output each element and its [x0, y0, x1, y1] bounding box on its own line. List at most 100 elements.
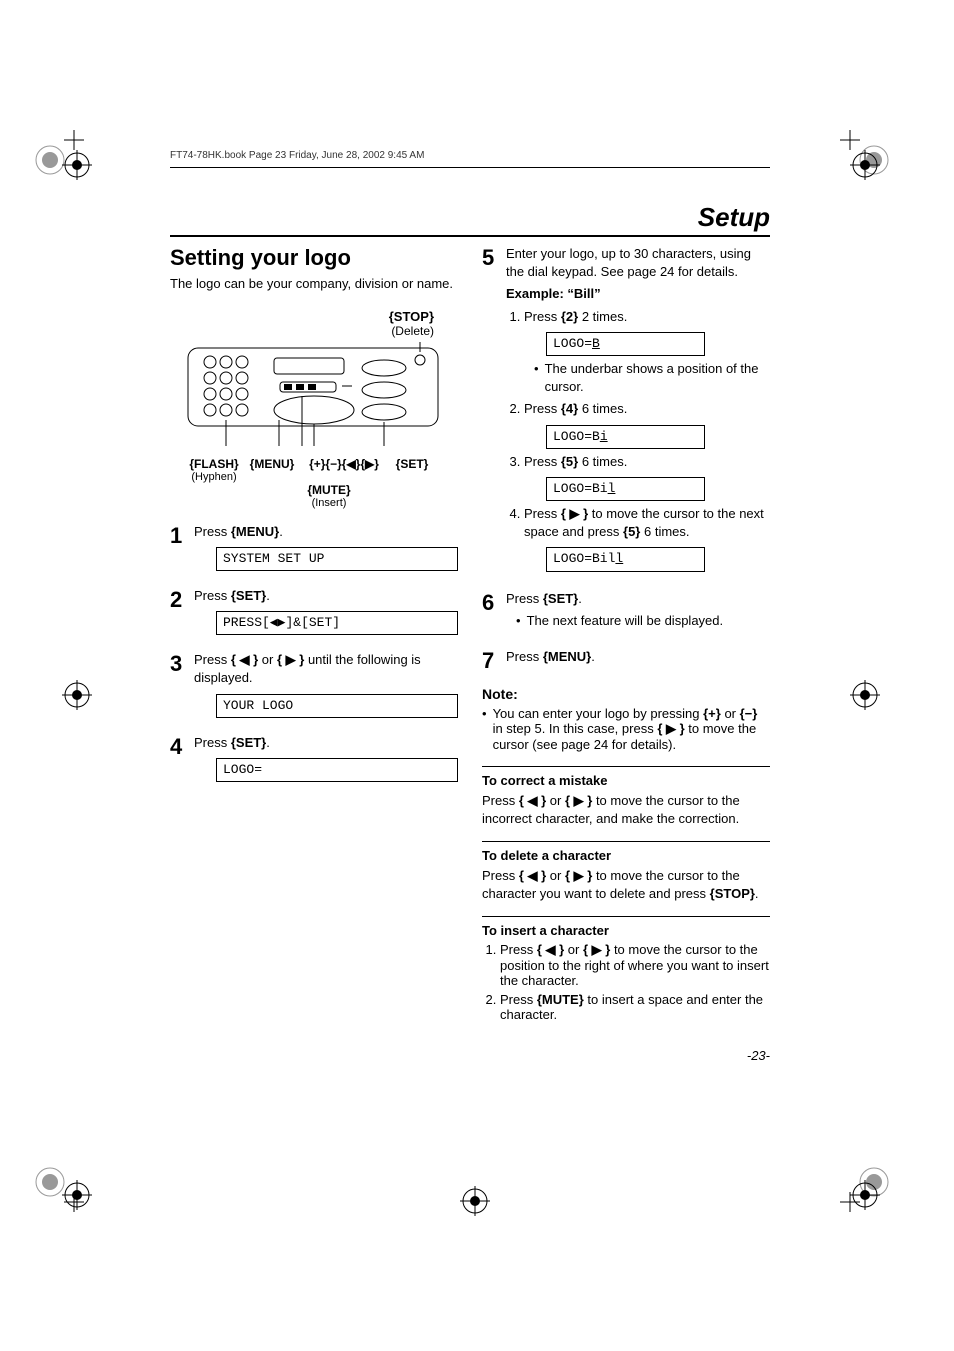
bullet-note: The underbar shows a position of the cur…: [534, 360, 770, 396]
step-text: 2 times.: [578, 309, 627, 324]
step-text: Press: [194, 524, 231, 539]
step-text: 6 times.: [640, 524, 689, 539]
menu-button-ref: {MENU}: [231, 524, 279, 539]
set-button-ref: {SET}: [231, 735, 266, 750]
plus-key-ref: {+}: [703, 706, 721, 721]
left-arrow-ref: { ◀ }: [519, 793, 546, 808]
step-number: 1: [170, 523, 194, 549]
lcd-display: PRESS[◀▶]&[SET]: [216, 611, 458, 635]
left-arrow-ref: { ◀ }: [231, 652, 258, 667]
step-number: 2: [170, 587, 194, 613]
correct-heading: To correct a mistake: [482, 766, 770, 788]
right-arrow-ref: { ▶ }: [565, 868, 592, 883]
list-item: Press { ◀ } or { ▶ } to move the cursor …: [500, 942, 770, 988]
section-title: Setup: [170, 202, 770, 237]
step-number: 4: [170, 734, 194, 760]
list-item: Press {5} 6 times. LOGO=Bil: [524, 453, 770, 501]
step-text: Press: [194, 588, 231, 603]
step-3: 3 Press { ◀ } or { ▶ } until the followi…: [170, 651, 458, 720]
stop-label: {STOP}: [184, 309, 434, 324]
right-arrow-ref: { ▶ }: [277, 652, 304, 667]
step-number: 3: [170, 651, 194, 677]
step-text: 6 times.: [578, 401, 627, 416]
menu-label: {MENU}: [244, 457, 300, 471]
lcd-display: LOGO=Bil: [546, 477, 705, 501]
step-text: Press: [524, 454, 561, 469]
step-text: 6 times.: [578, 454, 627, 469]
lcd-display: LOGO=Bill: [546, 547, 705, 571]
left-arrow-ref: { ◀ }: [537, 942, 564, 957]
step-5: 5 Enter your logo, up to 30 characters, …: [482, 245, 770, 576]
note-label: Note:: [482, 686, 770, 702]
menu-button-ref: {MENU}: [543, 649, 591, 664]
right-arrow-ref: { ▶ }: [657, 721, 684, 736]
device-diagram: {STOP} (Delete): [184, 309, 444, 509]
key-4-ref: {4}: [561, 401, 578, 416]
step-6: 6 Press {SET}. The next feature will be …: [482, 590, 770, 634]
step-text: .: [578, 591, 582, 606]
list-item: Press { ▶ } to move the cursor to the ne…: [524, 505, 770, 572]
lcd-display: YOUR LOGO: [216, 694, 458, 718]
running-header: FT74-78HK.book Page 23 Friday, June 28, …: [170, 150, 770, 161]
lcd-display: SYSTEM SET UP: [216, 547, 458, 571]
right-arrow-ref: { ▶ }: [561, 506, 588, 521]
set-button-ref: {SET}: [543, 591, 578, 606]
key-5-ref: {5}: [561, 454, 578, 469]
step-7: 7 Press {MENU}.: [482, 648, 770, 674]
step-number: 6: [482, 590, 506, 616]
step-1: 1 Press {MENU}. SYSTEM SET UP: [170, 523, 458, 573]
step-text: .: [266, 588, 270, 603]
delete-text: Press { ◀ } or { ▶ } to move the cursor …: [482, 867, 770, 902]
registration-mark-icon: [62, 150, 92, 180]
step-text: .: [279, 524, 283, 539]
page-number: -23-: [482, 1048, 770, 1063]
step-text: Press: [506, 591, 543, 606]
insert-heading: To insert a character: [482, 916, 770, 938]
step-number: 7: [482, 648, 506, 674]
mute-sublabel: (Insert): [214, 497, 444, 509]
registration-mark-icon: [460, 1186, 490, 1216]
arrow-keys-label: {+}{−}{◀}{▶}: [300, 457, 388, 471]
mute-button-ref: {MUTE}: [537, 992, 584, 1007]
lcd-display: LOGO=Bi: [546, 425, 705, 449]
list-item: Press {4} 6 times. LOGO=Bi: [524, 400, 770, 448]
minus-key-ref: {−}: [740, 706, 758, 721]
right-arrow-ref: { ▶ }: [583, 942, 610, 957]
key-5-ref: {5}: [623, 524, 640, 539]
step-text: .: [591, 649, 595, 664]
step-text: Press: [194, 735, 231, 750]
fax-device-icon: [184, 340, 444, 450]
step-text: Enter your logo, up to 30 characters, us…: [506, 245, 770, 281]
step-2: 2 Press {SET}. PRESS[◀▶]&[SET]: [170, 587, 458, 637]
list-item: Press {MUTE} to insert a space and enter…: [500, 992, 770, 1022]
stop-button-ref: {STOP}: [710, 886, 755, 901]
step-text: Press: [524, 309, 561, 324]
delete-heading: To delete a character: [482, 841, 770, 863]
page-title: Setting your logo: [170, 245, 458, 271]
registration-mark-icon: [850, 680, 880, 710]
correct-text: Press { ◀ } or { ▶ } to move the cursor …: [482, 792, 770, 827]
step-text: Press: [194, 652, 231, 667]
step-text: Press: [506, 649, 543, 664]
step-number: 5: [482, 245, 506, 271]
set-label: {SET}: [388, 457, 436, 471]
registration-mark-icon: [850, 150, 880, 180]
step-text: Press: [524, 506, 561, 521]
right-arrow-ref: { ▶ }: [565, 793, 592, 808]
lcd-display: LOGO=: [216, 758, 458, 782]
flash-label: {FLASH}: [184, 457, 244, 471]
set-button-ref: {SET}: [231, 588, 266, 603]
note-text: You can enter your logo by pressing {+} …: [482, 706, 770, 752]
left-arrow-ref: { ◀ }: [519, 868, 546, 883]
intro-text: The logo can be your company, division o…: [170, 275, 458, 293]
registration-mark-icon: [850, 1180, 880, 1210]
insert-list: Press { ◀ } or { ▶ } to move the cursor …: [482, 942, 770, 1022]
stop-sublabel: (Delete): [184, 324, 434, 338]
flash-sublabel: (Hyphen): [184, 471, 244, 483]
key-2-ref: {2}: [561, 309, 578, 324]
registration-mark-icon: [62, 680, 92, 710]
mute-label: {MUTE}: [214, 483, 444, 497]
list-item: Press {2} 2 times. LOGO=B The underbar s…: [524, 308, 770, 397]
registration-mark-icon: [62, 1180, 92, 1210]
example-label: Example: “Bill”: [506, 285, 770, 303]
